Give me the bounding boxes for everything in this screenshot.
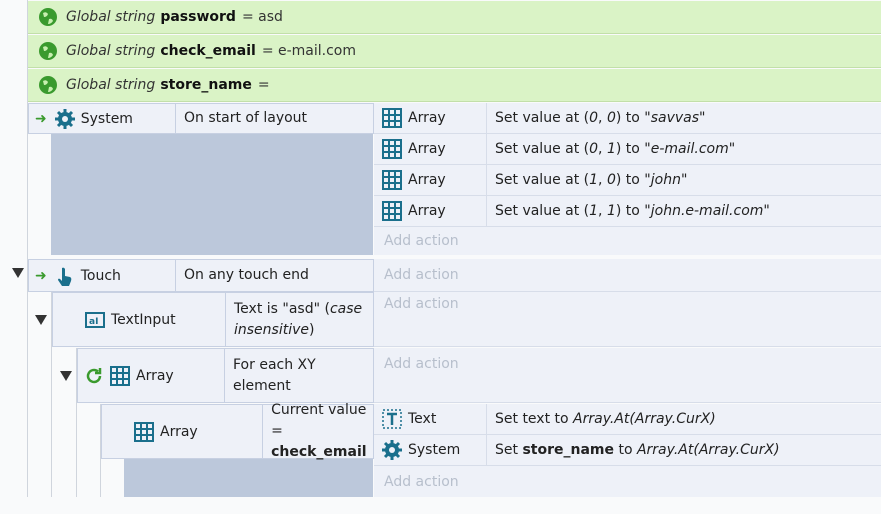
array-grid-icon xyxy=(382,201,402,221)
event-on-start-of-layout[interactable]: ➜ System On start of layout xyxy=(28,103,374,134)
global-value: = e-mail.com xyxy=(261,43,357,59)
condition-object-name: Array xyxy=(136,367,174,384)
globe-icon xyxy=(39,8,57,26)
action-text: Set value at (1, 1) to "john.e-mail.com" xyxy=(495,203,770,219)
action-object[interactable]: Array xyxy=(374,134,487,164)
condition-object[interactable]: ➜ Touch xyxy=(29,260,176,291)
array-grid-icon xyxy=(382,170,402,190)
action-object[interactable]: Array xyxy=(374,196,487,226)
add-action-button[interactable]: Add action xyxy=(374,227,881,255)
condition-object[interactable]: Array xyxy=(78,349,225,402)
condition-object-name: System xyxy=(80,110,133,127)
add-action-button[interactable]: Add action xyxy=(374,466,881,497)
condition-object[interactable]: ➜ System xyxy=(29,104,176,133)
collapse-triangle-icon[interactable] xyxy=(60,371,72,381)
trigger-arrow-icon: ➜ xyxy=(35,110,47,127)
action-text: Set value at (0, 0) to "savvas" xyxy=(495,110,706,126)
array-grid-icon xyxy=(110,365,130,386)
svg-text:aI: aI xyxy=(89,317,98,327)
touch-hand-icon xyxy=(57,267,72,286)
action-text: Set value at (0, 1) to "e-mail.com" xyxy=(495,141,736,157)
condition-text: On any touch end xyxy=(184,267,309,283)
global-variable-store-name[interactable]: Global string store_name = xyxy=(28,69,881,102)
condition-text: Current value = check_email xyxy=(271,402,367,460)
event-for-each-xy[interactable]: Array For each XY element xyxy=(77,348,374,403)
action-row[interactable]: Array Set value at (0, 1) to "e-mail.com… xyxy=(374,134,881,165)
gear-icon xyxy=(54,108,75,129)
action-object[interactable]: System xyxy=(374,435,487,465)
action-row[interactable]: Array Set value at (0, 0) to "savvas" xyxy=(374,103,881,134)
global-value: = asd xyxy=(241,9,283,25)
globe-icon xyxy=(39,42,57,60)
collapse-triangle-icon[interactable] xyxy=(12,268,24,278)
global-value: = xyxy=(257,77,270,93)
global-type: Global string xyxy=(66,77,156,93)
collapse-triangle-icon[interactable] xyxy=(35,315,47,325)
loop-icon xyxy=(86,367,102,383)
event-current-value[interactable]: Array Current value = check_email xyxy=(101,402,374,460)
array-grid-icon xyxy=(134,421,154,442)
trigger-arrow-icon: ➜ xyxy=(35,267,47,284)
text-input-icon: aI xyxy=(85,311,105,328)
text-object-icon xyxy=(382,409,402,429)
condition-object[interactable]: Array xyxy=(102,405,264,458)
action-text: Set text to Array.At(Array.CurX) xyxy=(495,411,716,427)
global-type: Global string xyxy=(66,43,156,59)
action-object[interactable]: Array xyxy=(374,103,487,133)
array-grid-icon xyxy=(382,108,402,128)
condition-object-name: TextInput xyxy=(111,311,176,328)
global-variable-password[interactable]: Global string password = asd xyxy=(28,1,881,34)
condition-text: On start of layout xyxy=(184,110,308,126)
action-row[interactable]: System Set store_name to Array.At(Array.… xyxy=(374,435,881,466)
gear-icon xyxy=(382,440,402,460)
action-object[interactable]: Text xyxy=(374,404,487,434)
condition-object-name: Array xyxy=(160,423,198,440)
action-text: Set store_name to Array.At(Array.CurX) xyxy=(495,442,780,458)
global-variable-check-email[interactable]: Global string check_email = e-mail.com xyxy=(28,35,881,68)
event-text-is-asd[interactable]: aI TextInput Text is "asd" (case insensit… xyxy=(52,292,374,347)
action-row[interactable]: Array Set value at (1, 0) to "john" xyxy=(374,165,881,196)
global-type: Global string xyxy=(66,9,156,25)
add-action-button[interactable]: Add action xyxy=(374,259,881,292)
condition-object-name: Touch xyxy=(80,267,121,284)
condition-text: Text is "asd" (case insensitive) xyxy=(234,300,363,338)
global-name: check_email xyxy=(160,43,256,59)
event-on-any-touch-end[interactable]: ➜ Touch On any touch end xyxy=(28,259,374,292)
condition-object[interactable]: aI TextInput xyxy=(53,293,226,346)
action-object[interactable]: Array xyxy=(374,165,487,195)
action-text: Set value at (1, 0) to "john" xyxy=(495,172,688,188)
action-row[interactable]: Array Set value at (1, 1) to "john.e-mai… xyxy=(374,196,881,227)
action-row[interactable]: Text Set text to Array.At(Array.CurX) xyxy=(374,404,881,435)
globe-icon xyxy=(39,76,57,94)
add-action-button[interactable]: Add action xyxy=(374,292,881,347)
global-name: password xyxy=(160,9,236,25)
condition-text: For each XY element xyxy=(233,356,316,394)
add-action-button[interactable]: Add action xyxy=(374,348,881,403)
global-name: store_name xyxy=(160,77,252,93)
array-grid-icon xyxy=(382,139,402,159)
